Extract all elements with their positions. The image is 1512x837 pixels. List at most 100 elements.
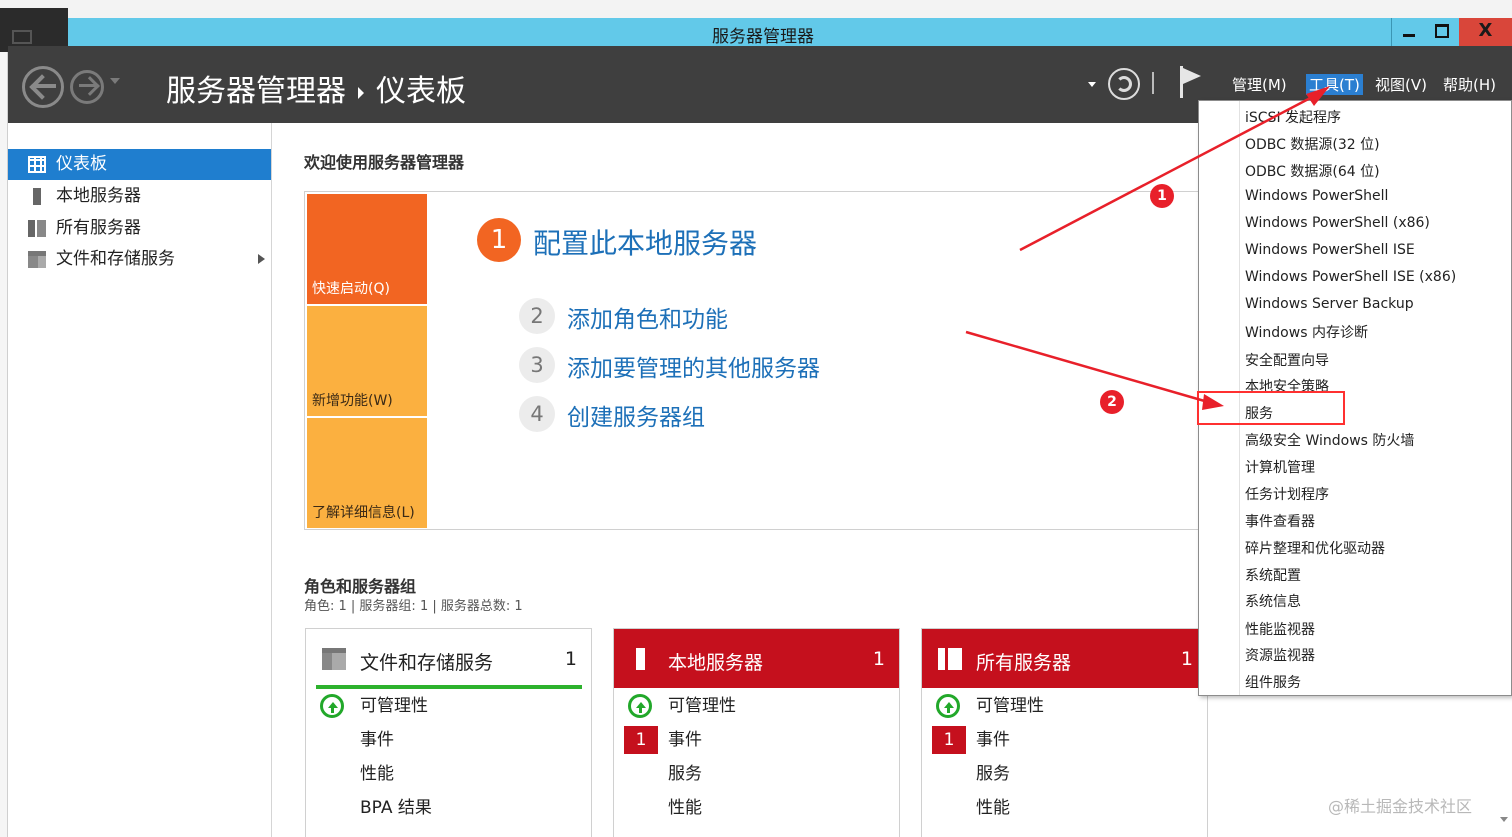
step-link[interactable]: 配置此本地服务器 xyxy=(533,222,757,262)
menu-item-security-wizard[interactable]: 安全配置向导 xyxy=(1245,350,1329,370)
step-number: 4 xyxy=(519,396,555,432)
menu-item-system-information[interactable]: 系统信息 xyxy=(1245,591,1301,611)
menu-manage[interactable]: 管理(M) xyxy=(1232,74,1287,95)
sidebar-item-all-servers[interactable]: 所有服务器 xyxy=(8,213,271,244)
menu-item-component-services[interactable]: 组件服务 xyxy=(1245,672,1301,692)
welcome-heading: 欢迎使用服务器管理器 xyxy=(304,153,465,172)
sidebar-item-dashboard[interactable]: 仪表板 xyxy=(8,149,271,180)
sidebar-item-label: 仪表板 xyxy=(56,154,107,174)
server-icon xyxy=(33,188,41,205)
ok-status-icon xyxy=(320,694,344,718)
card-count: 1 xyxy=(1180,648,1193,670)
maximize-icon xyxy=(1435,24,1449,38)
role-card-local-server[interactable]: 本地服务器 1 可管理性 1 事件 服务 性能 xyxy=(613,628,900,837)
card-row[interactable]: 性能 xyxy=(614,791,899,825)
screenshot-root: 服务器管理器 X 服务器管理器 仪表板 管理(M) 工具(T) 视图(V) 帮助(… xyxy=(0,0,1512,837)
tile-learn-more[interactable]: 了解详细信息(L) xyxy=(307,418,427,528)
card-row[interactable]: 1 事件 xyxy=(922,723,1207,757)
tile-quick-start[interactable]: 快速启动(Q) xyxy=(307,194,427,304)
card-row[interactable]: 事件 xyxy=(306,723,591,757)
menu-item-computer-management[interactable]: 计算机管理 xyxy=(1245,457,1315,477)
alert-badge: 1 xyxy=(624,726,658,754)
refresh-icon[interactable] xyxy=(1108,68,1140,100)
menu-item-memory-diagnostic[interactable]: Windows 内存诊断 xyxy=(1245,322,1368,342)
menu-item-system-configuration[interactable]: 系统配置 xyxy=(1245,565,1301,585)
breadcrumb: 服务器管理器 仪表板 xyxy=(166,66,466,110)
role-card-all-servers[interactable]: 所有服务器 1 可管理性 1 事件 服务 性能 xyxy=(921,628,1208,837)
menu-tools[interactable]: 工具(T) xyxy=(1306,74,1363,95)
row-label: 性能 xyxy=(976,798,1010,818)
desktop-edge xyxy=(0,18,8,837)
services-highlight-box xyxy=(1197,391,1345,425)
row-label: BPA 结果 xyxy=(360,798,432,818)
history-dropdown-icon[interactable] xyxy=(110,78,120,84)
row-label: 服务 xyxy=(668,764,702,784)
menu-view[interactable]: 视图(V) xyxy=(1375,74,1427,95)
menu-item-powershell-ise-x86[interactable]: Windows PowerShell ISE (x86) xyxy=(1245,269,1456,285)
sidebar-item-local-server[interactable]: 本地服务器 xyxy=(8,181,271,212)
step-link[interactable]: 创建服务器组 xyxy=(567,398,705,432)
menu-item-iscsi[interactable]: iSCSI 发起程序 xyxy=(1245,107,1341,127)
minimize-button[interactable] xyxy=(1391,18,1425,46)
card-row[interactable]: 性能 xyxy=(922,791,1207,825)
card-row[interactable]: 可管理性 xyxy=(614,689,899,723)
scroll-down-icon[interactable] xyxy=(1500,817,1508,822)
card-row[interactable]: 1 事件 xyxy=(614,723,899,757)
card-row[interactable]: 服务 xyxy=(614,757,899,791)
expand-arrow-icon[interactable] xyxy=(258,254,265,264)
step-link[interactable]: 添加角色和功能 xyxy=(567,300,728,334)
row-label: 事件 xyxy=(668,730,702,750)
header-divider xyxy=(1152,72,1154,94)
card-title: 本地服务器 xyxy=(668,652,764,674)
tile-label: 快速启动(Q) xyxy=(312,281,390,297)
row-label: 服务 xyxy=(976,764,1010,784)
menu-item-resource-monitor[interactable]: 资源监视器 xyxy=(1245,645,1315,665)
card-row[interactable]: 可管理性 xyxy=(922,689,1207,723)
minimize-icon xyxy=(1403,34,1415,37)
sidebar-item-file-storage[interactable]: 文件和存储服务 xyxy=(8,244,271,275)
menu-item-firewall[interactable]: 高级安全 Windows 防火墙 xyxy=(1245,430,1414,450)
card-header[interactable]: 文件和存储服务 1 xyxy=(306,629,591,689)
step-link[interactable]: 添加要管理的其他服务器 xyxy=(567,349,820,383)
forward-arrow-icon[interactable] xyxy=(70,70,104,104)
title-bar: 服务器管理器 X xyxy=(68,18,1512,47)
menu-item-odbc-64[interactable]: ODBC 数据源(64 位) xyxy=(1245,161,1380,181)
menu-item-defragment[interactable]: 碎片整理和优化驱动器 xyxy=(1245,538,1385,558)
sidebar-item-label: 文件和存储服务 xyxy=(56,249,175,269)
annotation-marker-1: 1 xyxy=(1150,184,1174,208)
row-label: 事件 xyxy=(976,730,1010,750)
back-arrow-icon[interactable] xyxy=(22,66,64,108)
menu-item-server-backup[interactable]: Windows Server Backup xyxy=(1245,296,1414,312)
menu-item-powershell[interactable]: Windows PowerShell xyxy=(1245,188,1388,204)
roles-summary: 角色: 1 | 服务器组: 1 | 服务器总数: 1 xyxy=(304,599,523,614)
menu-item-task-scheduler[interactable]: 任务计划程序 xyxy=(1245,484,1329,504)
row-label: 性能 xyxy=(668,798,702,818)
menu-item-performance-monitor[interactable]: 性能监视器 xyxy=(1245,619,1315,639)
servers-icon xyxy=(938,648,962,670)
card-row[interactable]: 服务 xyxy=(922,757,1207,791)
header-dropdown-icon[interactable] xyxy=(1088,82,1096,87)
tile-whats-new[interactable]: 新增功能(W) xyxy=(307,306,427,416)
breadcrumb-separator-icon xyxy=(358,86,364,99)
card-row[interactable]: 性能 xyxy=(306,757,591,791)
menu-item-powershell-x86[interactable]: Windows PowerShell (x86) xyxy=(1245,215,1430,231)
quick-start-panel: 快速启动(Q) 新增功能(W) 了解详细信息(L) 1 配置此本地服务器 2 添… xyxy=(304,191,1204,530)
step-number: 3 xyxy=(519,347,555,383)
maximize-button[interactable] xyxy=(1425,18,1459,46)
card-row[interactable]: BPA 结果 xyxy=(306,791,591,825)
notifications-flag-icon[interactable] xyxy=(1180,66,1204,98)
card-header[interactable]: 所有服务器 1 xyxy=(922,629,1207,688)
desktop-strip xyxy=(0,0,1512,18)
close-button[interactable]: X xyxy=(1459,18,1512,46)
card-row[interactable]: 可管理性 xyxy=(306,689,591,723)
menu-help[interactable]: 帮助(H) xyxy=(1443,74,1496,95)
watermark: @稀土掘金技术社区 xyxy=(1328,797,1473,816)
menu-item-event-viewer[interactable]: 事件查看器 xyxy=(1245,511,1315,531)
alert-badge: 1 xyxy=(932,726,966,754)
menu-item-powershell-ise[interactable]: Windows PowerShell ISE xyxy=(1245,242,1415,258)
role-card-file-storage[interactable]: 文件和存储服务 1 可管理性 事件 性能 BPA 结果 xyxy=(305,628,592,837)
breadcrumb-root[interactable]: 服务器管理器 xyxy=(166,74,346,109)
ok-status-icon xyxy=(628,694,652,718)
card-header[interactable]: 本地服务器 1 xyxy=(614,629,899,688)
menu-item-odbc-32[interactable]: ODBC 数据源(32 位) xyxy=(1245,134,1380,154)
